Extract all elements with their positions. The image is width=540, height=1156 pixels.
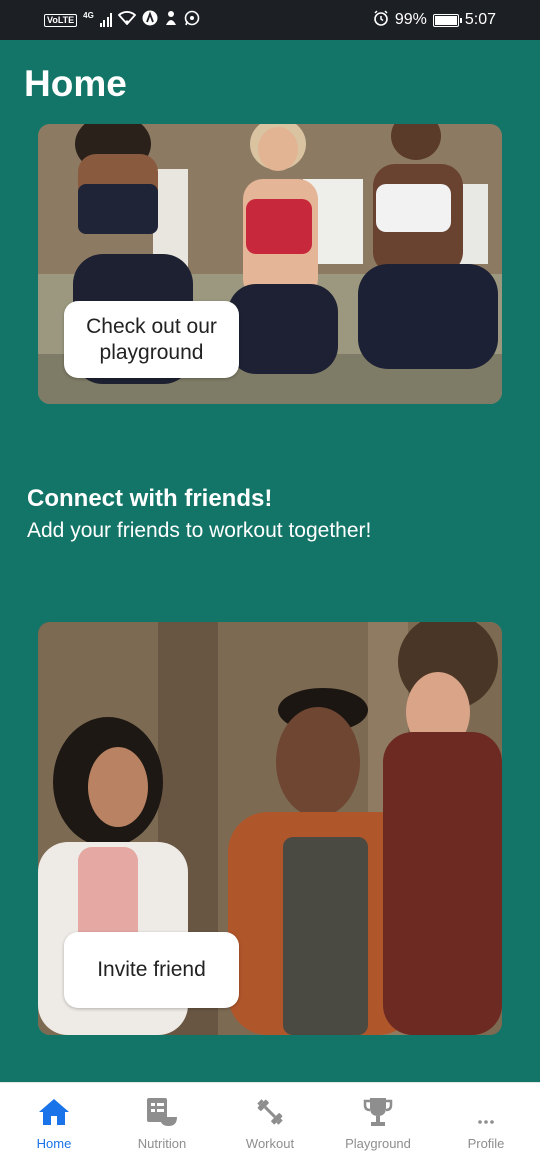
playground-card[interactable]: Check out our playground xyxy=(38,124,502,404)
nav-home[interactable]: Home xyxy=(0,1083,108,1156)
playground-button[interactable]: Check out our playground xyxy=(64,301,239,378)
volte-icon: VoLTE xyxy=(44,13,78,27)
whatsapp-icon xyxy=(184,10,200,31)
nav-workout[interactable]: Workout xyxy=(216,1083,324,1156)
status-right: 99% 5:07 xyxy=(373,9,496,31)
nav-label-playground: Playground xyxy=(345,1136,411,1151)
battery-icon xyxy=(432,13,462,27)
clock: 5:07 xyxy=(464,11,496,28)
nav-label-workout: Workout xyxy=(245,1136,295,1151)
invite-card[interactable]: Invite friend xyxy=(38,622,502,1035)
wifi-icon xyxy=(118,10,137,30)
invite-friend-button[interactable]: Invite friend xyxy=(64,932,239,1008)
bottom-nav: Home Nutrition Workout Playground Profil… xyxy=(0,1082,540,1156)
status-left: VoLTE 4G xyxy=(44,10,200,31)
page-title: Home xyxy=(24,63,127,104)
more-icon xyxy=(469,1095,503,1129)
nav-label-nutrition: Nutrition xyxy=(137,1136,187,1151)
nav-label-home: Home xyxy=(36,1136,72,1151)
alarm-icon xyxy=(373,9,389,31)
connect-subtitle: Add your friends to workout together! xyxy=(27,519,372,542)
nav-label-profile: Profile xyxy=(467,1136,505,1151)
nutrition-icon xyxy=(145,1095,179,1129)
navigation-app-icon xyxy=(142,10,158,31)
nav-profile[interactable]: Profile xyxy=(432,1083,540,1156)
dumbbell-icon xyxy=(253,1095,287,1129)
status-bar: VoLTE 4G 99% 5:07 xyxy=(0,0,540,40)
connect-title: Connect with friends! xyxy=(27,485,273,512)
battery-percent: 99% xyxy=(394,11,427,28)
trophy-icon xyxy=(361,1095,395,1129)
network-type: 4G xyxy=(83,10,94,20)
signal-icon xyxy=(99,13,113,27)
home-icon xyxy=(37,1095,71,1129)
nav-playground[interactable]: Playground xyxy=(324,1083,432,1156)
nav-nutrition[interactable]: Nutrition xyxy=(108,1083,216,1156)
app-notification-icon xyxy=(164,10,178,31)
